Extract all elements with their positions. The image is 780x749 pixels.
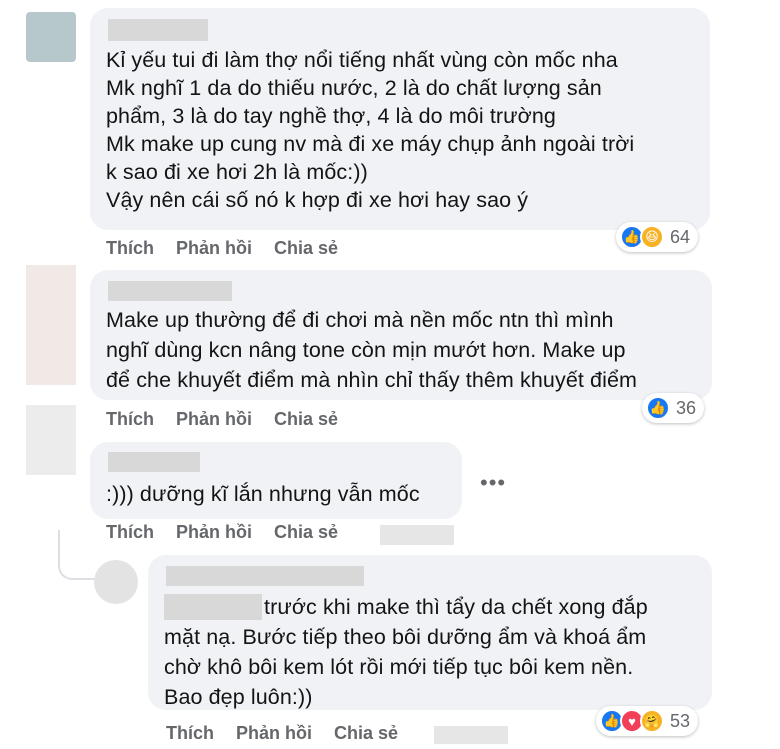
reply-button[interactable]: Phản hồi bbox=[176, 409, 252, 430]
more-options-icon[interactable]: ••• bbox=[480, 470, 506, 496]
avatar bbox=[94, 560, 138, 604]
reply-button[interactable]: Phản hồi bbox=[236, 723, 312, 744]
reply-button[interactable]: Phản hồi bbox=[176, 238, 252, 259]
like-button[interactable]: Thích bbox=[166, 723, 214, 744]
avatar bbox=[26, 12, 76, 62]
comment-text-line: :))) dưỡng kĩ lắn nhưng vẫn mốc bbox=[106, 482, 420, 506]
comment-text-line: phẩm, 3 là do tay nghề thợ, 4 là do môi … bbox=[106, 104, 556, 128]
reaction-count: 64 bbox=[670, 226, 691, 247]
reaction-summary[interactable]: 👍 ♥ 🤗 53 bbox=[596, 706, 699, 736]
comment-actions: Thích Phản hồi Chia sẻ bbox=[106, 522, 338, 543]
reaction-summary[interactable]: 👍 36 bbox=[642, 393, 705, 423]
blurred-commenter-name[interactable] bbox=[108, 19, 208, 41]
reaction-count: 53 bbox=[670, 710, 691, 731]
like-button[interactable]: Thích bbox=[106, 522, 154, 543]
reaction-count: 36 bbox=[676, 397, 697, 418]
blurred-sidebar bbox=[26, 265, 76, 385]
blurred-commenter-name[interactable] bbox=[108, 452, 200, 472]
blurred-commenter-name[interactable] bbox=[166, 566, 364, 586]
blurred-commenter-name[interactable] bbox=[108, 281, 232, 301]
share-button[interactable]: Chia sẻ bbox=[274, 238, 338, 259]
like-button[interactable]: Thích bbox=[106, 409, 154, 430]
comment-actions: Thích Phản hồi Chia sẻ bbox=[106, 409, 338, 430]
comment-text-line: mặt nạ. Bước tiếp theo bôi dưỡng ẩm và k… bbox=[164, 625, 647, 649]
blurred-sidebar bbox=[26, 405, 76, 475]
comment-text-line: trước khi make thì tẩy da chết xong đắp bbox=[264, 595, 648, 619]
share-button[interactable]: Chia sẻ bbox=[334, 723, 398, 744]
like-button[interactable]: Thích bbox=[106, 238, 154, 259]
comment-text-line: Vậy nên cái số nó k hợp đi xe hơi hay sa… bbox=[106, 188, 529, 212]
reply-button[interactable]: Phản hồi bbox=[176, 522, 252, 543]
comment-text-line: Bao đẹp luôn:)) bbox=[164, 685, 313, 709]
like-icon: 👍 bbox=[646, 396, 670, 420]
blurred-timestamp bbox=[434, 726, 508, 744]
comment-text-line: Mk nghĩ 1 da do thiếu nước, 2 là do chất… bbox=[106, 76, 602, 100]
care-icon: 🤗 bbox=[640, 709, 664, 733]
comment-text-line: để che khuyết điểm mà nhìn chỉ thấy thêm… bbox=[106, 368, 638, 392]
share-button[interactable]: Chia sẻ bbox=[274, 522, 338, 543]
comment-text-line: k sao đi xe hơi 2h là mốc:)) bbox=[106, 160, 368, 184]
reply-thread-line bbox=[58, 530, 96, 580]
comment-text-line: Make up thường để đi chơi mà nền mốc ntn… bbox=[106, 308, 614, 332]
blurred-timestamp bbox=[380, 525, 454, 545]
comment-actions: Thích Phản hồi Chia sẻ bbox=[106, 238, 338, 259]
comment-text-line: Kỉ yếu tui đi làm thợ nổi tiếng nhất vùn… bbox=[106, 48, 618, 72]
comment-text-line: chờ khô bôi kem lót rồi mới tiếp tục bôi… bbox=[164, 655, 634, 679]
comment-text-line: nghĩ dùng kcn nâng tone còn mịn mướt hơn… bbox=[106, 338, 626, 362]
share-button[interactable]: Chia sẻ bbox=[274, 409, 338, 430]
comment-text-line: Mk make up cung nv mà đi xe máy chụp ảnh… bbox=[106, 132, 635, 156]
haha-icon: 😆 bbox=[640, 225, 664, 249]
reaction-summary[interactable]: 👍 😆 64 bbox=[616, 222, 699, 252]
blurred-mention[interactable] bbox=[164, 594, 262, 620]
comment-actions: Thích Phản hồi Chia sẻ bbox=[166, 723, 398, 744]
